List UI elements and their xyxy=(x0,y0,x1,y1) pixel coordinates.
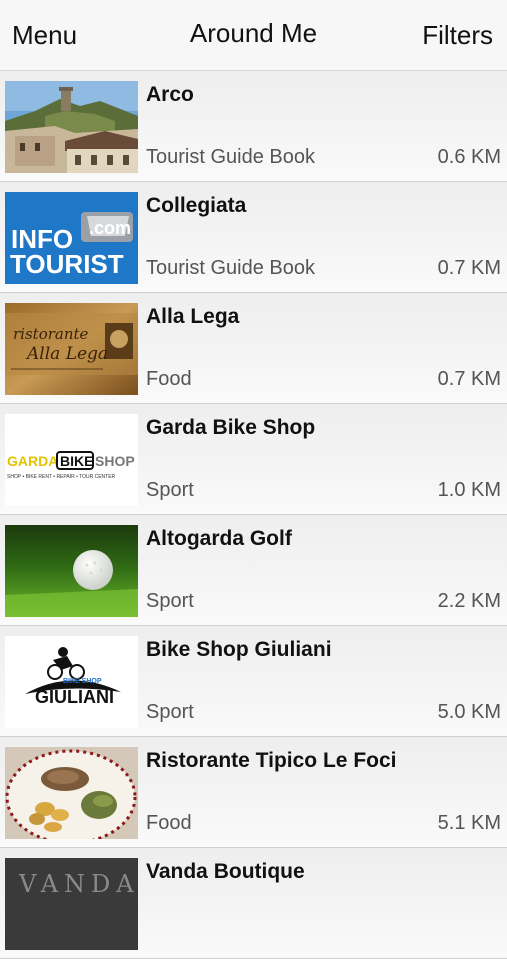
places-list: Arco Tourist Guide Book 0.6 KM INFO .com… xyxy=(0,71,507,959)
list-item[interactable]: Arco Tourist Guide Book 0.6 KM xyxy=(0,71,507,182)
list-item[interactable]: Altogarda Golf Sport 2.2 KM xyxy=(0,515,507,626)
restaurant-sign-thumbnail: ristorante Alla Lega xyxy=(5,303,138,395)
place-name: Arco xyxy=(146,83,194,106)
place-name: Alla Lega xyxy=(146,305,240,328)
info-tourist-logo: INFO .com TOURIST xyxy=(5,192,138,284)
castle-town-thumbnail xyxy=(5,81,138,173)
logo-text-tourist: TOURIST xyxy=(10,249,124,279)
filters-button[interactable]: Filters xyxy=(422,20,493,50)
sign-text-alla-lega: Alla Lega xyxy=(25,344,108,364)
sign-text-ristorante: ristorante xyxy=(13,325,89,343)
place-distance: 2.2 KM xyxy=(437,590,501,612)
list-item[interactable]: BIKE SHOP GIULIANI Bike Shop Giuliani Sp… xyxy=(0,626,507,737)
place-name: Ristorante Tipico Le Foci xyxy=(146,749,397,772)
list-item[interactable]: Ristorante Tipico Le Foci Food 5.1 KM xyxy=(0,737,507,848)
place-distance: 5.1 KM xyxy=(437,812,501,834)
place-category: Sport xyxy=(146,701,194,723)
place-category: Tourist Guide Book xyxy=(146,257,315,279)
place-distance: 0.6 KM xyxy=(437,146,501,168)
vanda-logo: VANDA xyxy=(5,858,138,950)
place-name: Garda Bike Shop xyxy=(146,416,316,439)
logo-text-shop: SHOP xyxy=(95,453,135,469)
logo-text-giuliani: GIULIANI xyxy=(35,687,114,707)
place-category: Sport xyxy=(146,479,194,501)
place-category: Food xyxy=(146,812,192,834)
place-distance: 0.7 KM xyxy=(437,257,501,279)
logo-text-vanda: VANDA xyxy=(18,870,138,898)
list-item[interactable]: GARDA BIKE SHOP SHOP • BIKE RENT • REPAI… xyxy=(0,404,507,515)
logo-tagline: SHOP • BIKE RENT • REPAIR • TOUR CENTER xyxy=(7,474,116,480)
food-plate-thumbnail xyxy=(5,747,138,839)
place-distance: 0.7 KM xyxy=(437,368,501,390)
place-category: Tourist Guide Book xyxy=(146,146,315,168)
place-distance: 5.0 KM xyxy=(437,701,501,723)
place-name: Collegiata xyxy=(146,194,247,217)
giuliani-logo: BIKE SHOP GIULIANI xyxy=(5,636,138,728)
logo-text-bike: BIKE xyxy=(60,453,93,469)
logo-text-com: .com xyxy=(89,218,131,238)
place-name: Altogarda Golf xyxy=(146,527,292,550)
place-distance: 1.0 KM xyxy=(437,479,501,501)
logo-text-garda: GARDA xyxy=(7,453,58,469)
navigation-bar: Menu Around Me Filters xyxy=(0,0,507,71)
place-name: Bike Shop Giuliani xyxy=(146,638,332,661)
garda-bike-shop-logo: GARDA BIKE SHOP SHOP • BIKE RENT • REPAI… xyxy=(5,414,138,506)
logo-text-bike-shop: BIKE SHOP xyxy=(63,678,102,685)
place-category: Sport xyxy=(146,590,194,612)
place-category: Food xyxy=(146,368,192,390)
list-item[interactable]: VANDA Vanda Boutique xyxy=(0,848,507,959)
place-name: Vanda Boutique xyxy=(146,860,305,883)
list-item[interactable]: ristorante Alla Lega Alla Lega Food 0.7 … xyxy=(0,293,507,404)
golf-ball-thumbnail xyxy=(5,525,138,617)
list-item[interactable]: INFO .com TOURIST Collegiata Tourist Gui… xyxy=(0,182,507,293)
